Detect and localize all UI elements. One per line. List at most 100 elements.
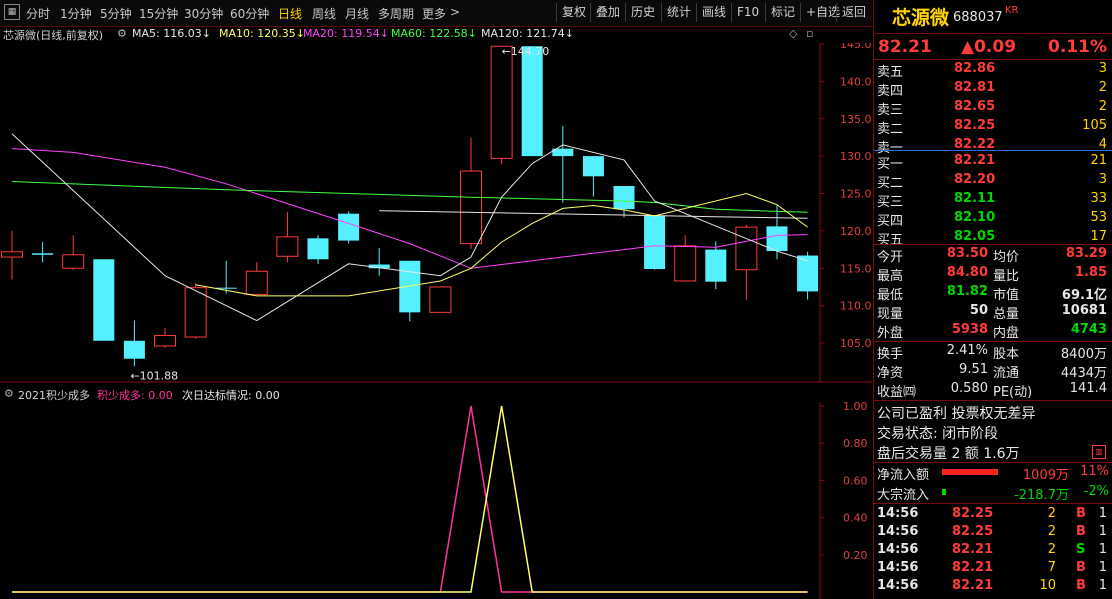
ask-row[interactable]: 卖四 82.81 2 [874, 79, 1112, 99]
indicator-tick-label: 1.00 [843, 402, 868, 413]
indicator-line1 [12, 405, 808, 593]
ma20-label: MA20: 119.54↓ [303, 27, 389, 40]
fund-row: 净资 9.51 流通 4434万 [877, 362, 1107, 381]
diamond-icon[interactable]: ◇ [789, 27, 797, 40]
candle-body [429, 286, 452, 313]
fund-row: 收益㈣ 0.580 PE(动) 141.4 [877, 381, 1107, 400]
price-tick-label: 120.0 [840, 225, 872, 238]
price-tick-label: 125.0 [840, 188, 872, 201]
price-tick-label: 105.0 [840, 337, 872, 350]
stock-tag: KR [1005, 5, 1019, 16]
price-change-pct: 0.11% [1048, 37, 1107, 57]
candle-body [644, 215, 666, 269]
bid-row[interactable]: 买四 82.10 53 [874, 209, 1112, 229]
stat-row: 今开 83.50 均价 83.29 [877, 246, 1107, 265]
panel-divider [874, 503, 1112, 504]
tick-row: 14:56 82.25 2 B 1 [877, 506, 1107, 521]
stat-row: 最低 81.82 市值 69.1亿 [877, 284, 1107, 303]
period-tab-multi[interactable]: 多周期 [378, 5, 414, 22]
info-row: 公司已盈利 投票权无差异 [877, 406, 1036, 422]
candle-body [93, 259, 115, 341]
tick-row: 14:56 82.21 10 B 1 [877, 578, 1107, 593]
close-icon[interactable]: ▫ [806, 27, 813, 40]
stock-name: 芯源微 [892, 7, 950, 29]
indicator-tick-label: 0.60 [843, 474, 868, 487]
ask-row[interactable]: 卖二 82.25 105 [874, 117, 1112, 137]
indicator-line2-label: 次日达标情况: 0.00 [182, 389, 280, 402]
price-change: ▲0.09 [961, 37, 1017, 57]
indicator-tick-label: 0.20 [843, 549, 868, 562]
indicator-name: 2021积少成多 [18, 389, 90, 402]
info-row: 交易状态: 闭市阶段 [877, 426, 999, 442]
period-tab-1min[interactable]: 1分钟 [60, 5, 92, 22]
f10-button[interactable]: F10 [731, 3, 764, 22]
mark-button[interactable]: 标记 [765, 3, 800, 22]
period-tab-monthly[interactable]: 月线 [345, 5, 369, 22]
history-button[interactable]: 历史 [625, 3, 660, 22]
high-marker: ←144.70 [502, 45, 550, 58]
period-tab-60min[interactable]: 60分钟 [230, 5, 269, 22]
period-toolbar: ▦ 分时 1分钟 5分钟 15分钟 30分钟 60分钟 日线 周线 月线 多周期… [0, 0, 872, 27]
stock-period-label: 芯源微(日线,前复权) [3, 29, 104, 42]
quote-header: 芯源微 688037 KR [874, 0, 1112, 32]
price-tick-label: 140.0 [840, 75, 872, 88]
ask-row[interactable]: 卖三 82.65 2 [874, 98, 1112, 118]
candle-body [797, 255, 819, 292]
candle-body [582, 156, 604, 177]
bid-row[interactable]: 买一 82.21 21 [874, 152, 1112, 172]
candle-body [154, 335, 176, 347]
kline-chart[interactable]: 145.0 140.0 135.0 130.0 125.0 120.0 115.0 110.0… [0, 43, 872, 383]
tick-row: 14:56 82.25 2 B 1 [877, 524, 1107, 539]
low-marker: ←101.88 [130, 369, 178, 382]
candle-body [307, 238, 329, 260]
ask-row[interactable]: 卖五 82.86 3 [874, 60, 1112, 80]
period-tab-weekly[interactable]: 周线 [312, 5, 336, 22]
candle-body [735, 226, 758, 271]
quote-panel: 芯源微 688037 KR 82.21 ▲0.09 0.11% 卖五 82.86 3… [873, 0, 1112, 599]
period-tab-30min[interactable]: 30分钟 [184, 5, 223, 22]
candle-body [32, 253, 54, 255]
adjust-button[interactable]: 复权 [556, 3, 591, 22]
ma-legend: 芯源微(日线,前复权) ⚙ MA5: 116.03↓ MA10: 120.35↓… [0, 27, 820, 43]
bid-row[interactable]: 买二 82.20 3 [874, 171, 1112, 191]
candle-body [613, 186, 635, 210]
period-tab-15min[interactable]: 15分钟 [139, 5, 178, 22]
draw-button[interactable]: 画线 [696, 3, 731, 22]
ma60-label: MA60: 122.58↓ [391, 27, 477, 40]
indicator-tick-label: 0.40 [843, 512, 868, 525]
price-tick-label: 115.0 [840, 262, 872, 275]
candle-body [490, 45, 513, 159]
panel-divider [874, 400, 1112, 401]
indicator-tick-label: 0.80 [843, 437, 868, 450]
indicator-line1-label: 积少成多: 0.00 [97, 389, 173, 402]
grid-icon[interactable]: ▦ [4, 4, 20, 20]
indicator-legend: ⚙ 2021积少成多 积少成多: 0.00 次日达标情况: 0.00 [0, 386, 820, 402]
flow-row: 大宗流入 -218.7万 -2% [877, 484, 1109, 503]
period-tab-minute[interactable]: 分时 [26, 5, 50, 22]
chevron-right-icon[interactable]: > [450, 5, 460, 19]
back-button[interactable]: 返回 [836, 3, 871, 22]
tick-row: 14:56 82.21 7 B 1 [877, 560, 1107, 575]
candle-body [245, 270, 268, 295]
candle-body [521, 46, 543, 157]
fund-row: 换手 2.41% 股本 8400万 [877, 343, 1107, 362]
ma10-label: MA10: 120.35↓ [219, 27, 305, 40]
candle-body [460, 170, 482, 245]
stat-row: 外盘 5938 内盘 4743 [877, 322, 1107, 341]
period-tab-daily[interactable]: 日线 [278, 5, 302, 22]
indicator-settings-icon[interactable]: ⚙ [4, 387, 14, 400]
candle-body [123, 340, 145, 359]
candle-body [62, 254, 85, 269]
period-tab-5min[interactable]: 5分钟 [100, 5, 132, 22]
stats-button[interactable]: 统计 [661, 3, 696, 22]
candle-body [705, 249, 727, 282]
stock-code: 688037 [953, 10, 1003, 25]
ma120-label: MA120: 121.74↓ [481, 27, 574, 40]
indicator-chart[interactable]: 1.00 0.80 0.60 0.40 0.20 [0, 402, 872, 599]
flow-bar [942, 489, 946, 495]
period-tab-more[interactable]: 更多 [422, 5, 446, 22]
calendar-icon[interactable]: ▥ [1092, 445, 1106, 459]
settings-icon[interactable]: ⚙ [117, 27, 127, 40]
overlay-button[interactable]: 叠加 [590, 3, 625, 22]
bid-row[interactable]: 买三 82.11 33 [874, 190, 1112, 210]
